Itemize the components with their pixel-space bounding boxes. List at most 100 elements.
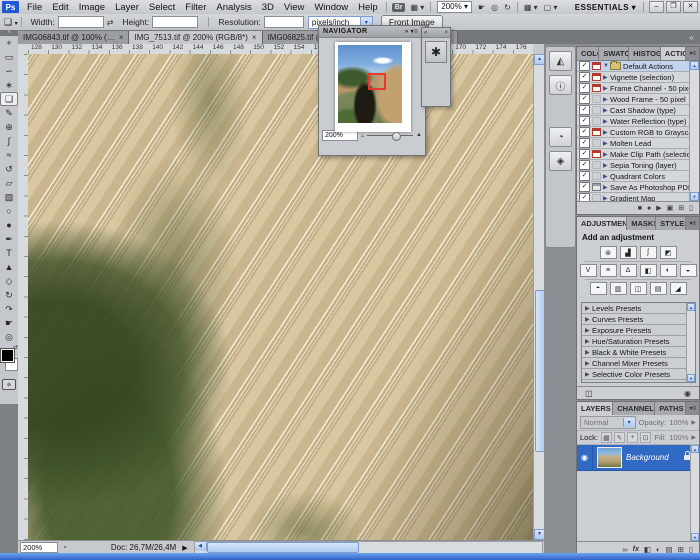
photoshop-logo[interactable]: Ps [2, 1, 19, 13]
stop-icon[interactable]: ■ [638, 205, 642, 212]
menu-select[interactable]: Select [144, 2, 180, 13]
close-icon[interactable]: × [119, 33, 124, 42]
action-row-11[interactable]: ✓▶Save As Photoshop PDF [577, 182, 699, 193]
include-checkbox[interactable]: ✓ [579, 149, 590, 159]
close-icon[interactable]: × [252, 33, 257, 42]
dialog-toggle[interactable] [592, 73, 601, 81]
dialog-toggle[interactable] [592, 161, 601, 169]
eraser-tool[interactable]: ▱ [0, 176, 18, 190]
action-row-7[interactable]: ✓▶Molten Lead [577, 138, 699, 149]
include-checkbox[interactable]: ✓ [579, 94, 590, 104]
triangle-right-icon[interactable]: ▶ [603, 118, 610, 125]
layer-visibility-toggle[interactable]: ◉ [577, 445, 593, 470]
panel3-tab-layers[interactable]: LAYERS [577, 402, 613, 415]
preset-row-2[interactable]: ▶Exposure Presets [582, 325, 695, 336]
rotate-view-compass-icon[interactable]: ✱ [425, 41, 447, 63]
crop-tool[interactable]: ❏ [0, 92, 18, 106]
action-row-6[interactable]: ✓▶Custom RGB to Grayscale [577, 127, 699, 138]
layer-name[interactable]: Background [626, 453, 684, 462]
floating-panel-title-bar[interactable]: « × [422, 28, 450, 38]
invert-icon[interactable]: ◓ [590, 282, 607, 295]
panel2-tab-masks[interactable]: MASKS [627, 217, 656, 230]
status-zoom-field[interactable]: 200% [20, 542, 58, 553]
menu-window[interactable]: Window [309, 2, 353, 13]
dialog-toggle[interactable] [592, 84, 601, 92]
panel1-tab-actions[interactable]: ACTIONS [661, 47, 687, 60]
width-field[interactable] [58, 16, 104, 28]
action-row-2[interactable]: ✓▶Frame Channel - 50 pixel [577, 83, 699, 94]
action-row-4[interactable]: ✓▶Cast Shadow (type) [577, 105, 699, 116]
panel2-tab-styles[interactable]: STYLES [656, 217, 686, 230]
brush-tool[interactable]: ∫ [0, 134, 18, 148]
restore-button[interactable]: ❐ [666, 1, 681, 13]
posterize-icon[interactable]: ▥ [610, 282, 627, 295]
include-checkbox[interactable]: ✓ [579, 160, 590, 170]
collapse-icon[interactable]: « [424, 30, 427, 36]
status-options-icon[interactable]: ◔ [62, 543, 67, 552]
hand-tool-icon[interactable]: ☛ [475, 3, 488, 12]
layer-thumbnail[interactable] [597, 447, 622, 468]
document-tab-0[interactable]: IMG06843.tif @ 100% (…× [18, 31, 129, 44]
opacity-value[interactable]: 100% [669, 418, 688, 427]
triangle-right-icon[interactable]: ▶ [603, 140, 610, 147]
swatches-panel-icon[interactable]: ◈ [549, 151, 572, 171]
document-tab-1[interactable]: IMG_7513.tif @ 200% (RGB/8*)× [129, 31, 262, 44]
triangle-right-icon[interactable]: ▶ [603, 85, 610, 92]
scroll-up-icon[interactable]: ▲ [691, 445, 699, 453]
foreground-color-swatch[interactable] [1, 349, 14, 362]
quick-selection-tool[interactable]: ∗ [0, 78, 18, 92]
minimize-button[interactable]: – [649, 1, 664, 13]
dialog-toggle[interactable] [592, 62, 601, 70]
menu-layer[interactable]: Layer [110, 2, 144, 13]
menu-view[interactable]: View [279, 2, 309, 13]
triangle-right-icon[interactable]: ▶ [603, 151, 610, 158]
triangle-right-icon[interactable]: ▶ [585, 349, 592, 356]
menu-help[interactable]: Help [353, 2, 383, 13]
lock-all-icon[interactable]: ⊡ [640, 432, 651, 443]
triangle-right-icon[interactable]: ▶ [585, 338, 592, 345]
include-checkbox[interactable]: ✓ [579, 72, 590, 82]
action-row-9[interactable]: ✓▶Sepia Toning (layer) [577, 160, 699, 171]
dialog-toggle[interactable] [592, 172, 601, 180]
panel3-tab-paths[interactable]: PATHS [655, 402, 686, 415]
workspace-switcher[interactable]: ESSENTIALS ▾ [571, 3, 640, 12]
screen-mode-icon[interactable]: ▢ ▾ [541, 3, 561, 12]
collapse-icon[interactable]: » [405, 29, 409, 35]
gradient-map-icon[interactable]: ▤ [650, 282, 667, 295]
3d-rotate-tool[interactable]: ↻ [0, 288, 18, 302]
zoom-in-icon[interactable]: ▲ [416, 132, 422, 138]
menu-3d[interactable]: 3D [257, 2, 279, 13]
include-checkbox[interactable]: ✓ [579, 138, 590, 148]
eyedropper-tool[interactable]: ✎ [0, 106, 18, 120]
close-button[interactable]: ✕ [683, 1, 698, 13]
triangle-right-icon[interactable]: ▶ [603, 107, 610, 114]
dialog-toggle[interactable] [592, 128, 601, 136]
menu-file[interactable]: File [22, 2, 47, 13]
black-white-icon[interactable]: ◧ [640, 264, 657, 277]
quick-mask-icon[interactable] [2, 379, 16, 390]
move-tool[interactable]: + [0, 36, 18, 50]
status-flyout-icon[interactable]: ▶ [182, 544, 187, 552]
include-checkbox[interactable]: ✓ [579, 193, 590, 201]
action-row-0[interactable]: ✓▼Default Actions [577, 61, 699, 72]
scroll-left-icon[interactable]: ◀ [195, 542, 207, 551]
scroll-down-icon[interactable]: ▼ [690, 192, 699, 201]
include-checkbox[interactable]: ✓ [579, 105, 590, 115]
menu-filter[interactable]: Filter [180, 2, 211, 13]
curves-icon[interactable]: ʃ [640, 246, 657, 259]
action-row-5[interactable]: ✓▶Water Reflection (type) [577, 116, 699, 127]
dialog-toggle[interactable] [592, 194, 601, 201]
delete-icon[interactable]: ▯ [689, 204, 693, 212]
action-row-8[interactable]: ✓▶Make Clip Path (selection) [577, 149, 699, 160]
hue-saturation-icon[interactable]: ≡ [600, 264, 617, 277]
action-row-1[interactable]: ✓▶Vignette (selection) [577, 72, 699, 83]
hand-tool[interactable]: ☛ [0, 316, 18, 330]
rotate-view-icon[interactable]: ↻ [501, 3, 514, 12]
navigator-zoom-slider[interactable] [367, 131, 413, 139]
triangle-right-icon[interactable]: ▶ [585, 327, 592, 334]
scroll-down-icon[interactable]: ▼ [691, 533, 699, 541]
blend-mode-select[interactable]: Normal ▾ [580, 416, 636, 429]
actions-scrollbar[interactable]: ▲▼ [689, 61, 699, 201]
panel3-tab-channels[interactable]: CHANNELS [613, 402, 655, 415]
action-row-12[interactable]: ✓▶Gradient Map [577, 193, 699, 201]
